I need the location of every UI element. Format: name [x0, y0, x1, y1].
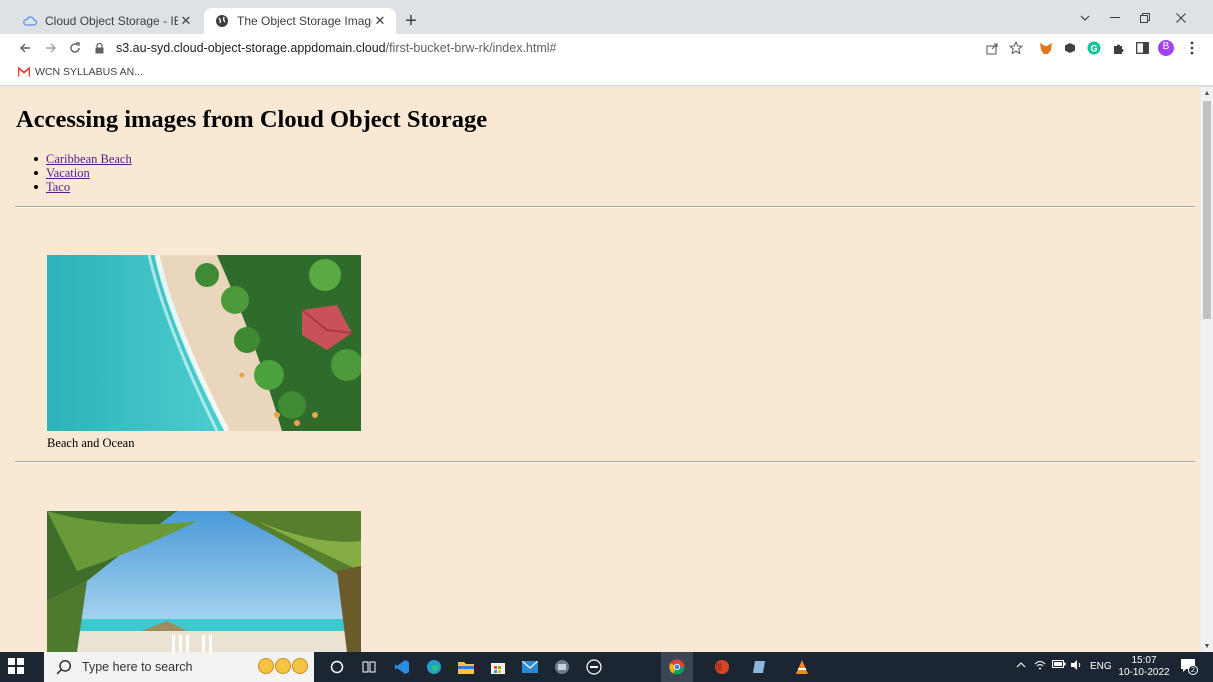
search-icon [56, 659, 72, 675]
scroll-thumb[interactable] [1203, 101, 1211, 319]
scroll-up-icon[interactable]: ▲ [1201, 87, 1213, 99]
reload-icon[interactable] [64, 37, 86, 59]
bookmark-item[interactable]: WCN SYLLABUS AN... [18, 66, 143, 78]
volume-icon[interactable] [1071, 660, 1083, 673]
vertical-scrollbar[interactable]: ▲ ▼ [1201, 87, 1213, 652]
vlc-icon[interactable] [793, 658, 811, 676]
grammarly-icon[interactable]: G [1086, 40, 1102, 56]
list-item: Taco [16, 180, 132, 194]
page-title: Accessing images from Cloud Object Stora… [16, 106, 488, 133]
mail-icon[interactable] [521, 658, 539, 676]
divider [15, 461, 1195, 463]
metamask-fox-icon[interactable] [1038, 40, 1054, 56]
emoji-search-highlight-icon[interactable] [258, 658, 309, 674]
windows-start-icon[interactable] [8, 658, 26, 676]
side-panel-icon[interactable] [1134, 40, 1150, 56]
clock-time: 15:07 [1131, 655, 1157, 666]
tab-title: The Object Storage Image Viewe [237, 14, 372, 28]
tab-cloud-object-storage[interactable]: Cloud Object Storage - IBM Clou ✕ [12, 8, 202, 34]
share-icon[interactable] [984, 40, 1000, 56]
task-view-icon[interactable] [360, 658, 378, 676]
edge-icon[interactable] [425, 658, 443, 676]
image-caption: Beach and Ocean [47, 436, 135, 450]
tab-title: Cloud Object Storage - IBM Clou [45, 14, 178, 28]
puzzle-extensions-icon[interactable] [1110, 40, 1126, 56]
globe-icon [214, 13, 230, 29]
image-link-list: Caribbean Beach Vacation Taco [16, 152, 132, 194]
tab-strip: Cloud Object Storage - IBM Clou ✕ The Ob… [0, 0, 1213, 34]
bookmark-star-icon[interactable] [1008, 40, 1024, 56]
profile-avatar[interactable]: B [1158, 40, 1174, 56]
url-path: /first-bucket-brw-rk/index.html# [385, 41, 557, 55]
notification-count: 2 [1188, 665, 1198, 675]
gmail-icon [18, 67, 30, 77]
vacation-image [47, 511, 361, 652]
restore-button[interactable] [1130, 6, 1160, 30]
browser-toolbar: s3.au-syd.cloud-object-storage.appdomain… [0, 34, 1213, 62]
link-vacation[interactable]: Vacation [46, 166, 90, 180]
cube-extension-icon[interactable] [1062, 40, 1078, 56]
battery-icon[interactable] [1052, 660, 1066, 671]
language-indicator[interactable]: ENG [1090, 661, 1112, 672]
tab-search-icon[interactable] [1070, 6, 1100, 30]
bookmark-label: WCN SYLLABUS AN... [35, 66, 143, 78]
page-viewport: Accessing images from Cloud Object Stora… [0, 87, 1201, 652]
more-menu-icon[interactable] [1184, 40, 1200, 56]
chrome-icon[interactable] [668, 658, 686, 676]
wifi-icon[interactable] [1034, 660, 1046, 673]
bookmarks-bar: WCN SYLLABUS AN... [0, 62, 1213, 86]
close-window-button[interactable] [1166, 6, 1196, 30]
new-tab-button[interactable]: + [400, 10, 422, 32]
list-item: Caribbean Beach [16, 152, 132, 166]
app-icon[interactable] [750, 658, 768, 676]
notifications-icon[interactable]: 2 [1180, 658, 1198, 677]
scroll-down-icon[interactable]: ▼ [1201, 640, 1213, 652]
forward-arrow-icon[interactable] [40, 37, 62, 59]
clock-date: 10-10-2022 [1118, 667, 1170, 678]
show-hidden-icons-icon[interactable] [1016, 660, 1026, 671]
list-item: Vacation [16, 166, 132, 180]
search-placeholder: Type here to search [82, 660, 193, 674]
whatsapp-icon[interactable] [553, 658, 571, 676]
url-host: s3.au-syd.cloud-object-storage.appdomain… [116, 41, 386, 55]
minimize-button[interactable] [1100, 6, 1130, 30]
back-arrow-icon[interactable] [14, 37, 36, 59]
profile-initial: B [1162, 41, 1170, 52]
svg-text:G: G [1090, 44, 1097, 54]
tab-image-viewer[interactable]: The Object Storage Image Viewe ✕ [204, 8, 396, 34]
divider [15, 206, 1195, 208]
clock[interactable]: 15:07 10-10-2022 [1114, 655, 1174, 679]
address-bar[interactable]: s3.au-syd.cloud-object-storage.appdomain… [92, 36, 972, 60]
close-tab-icon[interactable]: ✕ [372, 13, 388, 29]
store-icon[interactable] [489, 658, 507, 676]
vscode-icon[interactable] [393, 658, 411, 676]
cortana-icon[interactable] [328, 658, 346, 676]
link-taco[interactable]: Taco [46, 180, 70, 194]
link-caribbean-beach[interactable]: Caribbean Beach [46, 152, 132, 166]
cloud-icon [22, 13, 38, 29]
dell-icon[interactable] [585, 658, 603, 676]
lock-icon [92, 41, 106, 55]
file-explorer-icon[interactable] [457, 658, 475, 676]
windows-taskbar: Type here to search ENG 15:07 10-10-2022… [0, 652, 1213, 682]
close-tab-icon[interactable]: ✕ [178, 13, 194, 29]
powerpoint-icon[interactable] [713, 658, 731, 676]
beach-image [47, 255, 361, 431]
